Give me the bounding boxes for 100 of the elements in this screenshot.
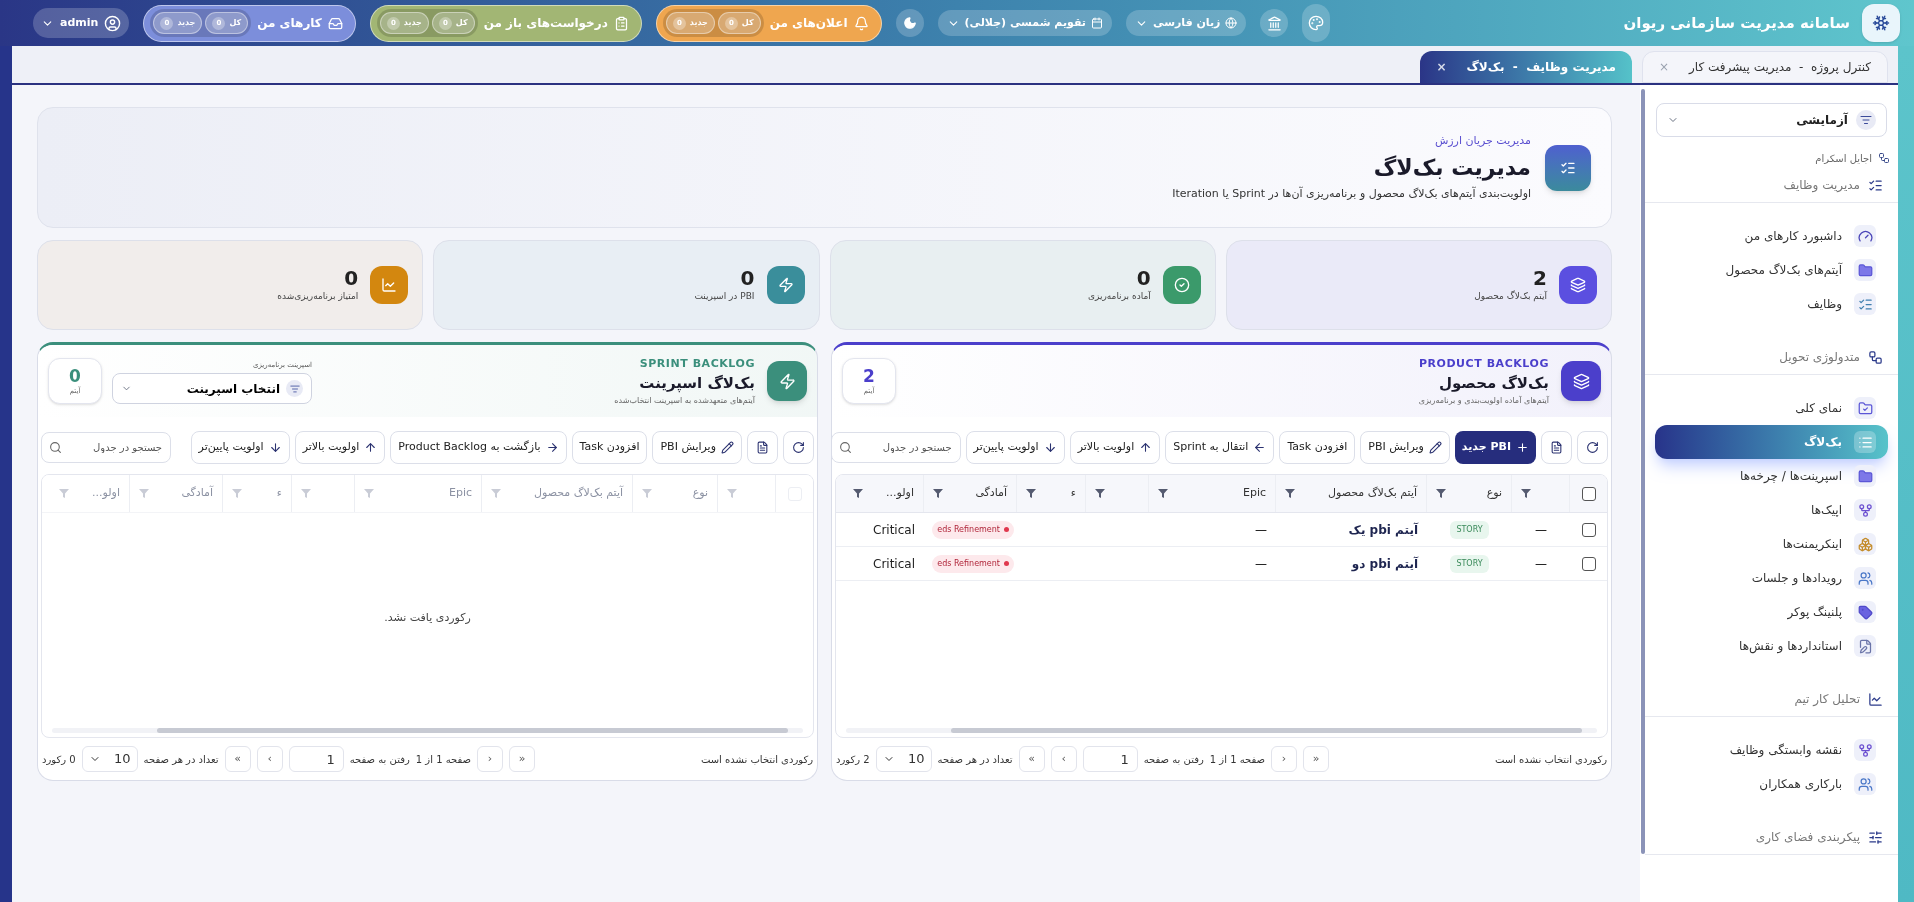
tab[interactable]: مدیریت وظایف - بک‌لاگ × xyxy=(1420,51,1632,83)
filter-icon[interactable] xyxy=(853,489,863,498)
chip-label: جدید xyxy=(403,17,422,29)
stat-label: آیتم بک‌لاگ محصول xyxy=(1474,290,1547,304)
vertical-scrollbar[interactable] xyxy=(1641,89,1645,854)
toolbar-button[interactable]: انتقال به Sprint xyxy=(1165,430,1275,464)
nav-item[interactable]: آیتم‌های بک‌لاگ محصول xyxy=(1655,253,1888,287)
sprint-select[interactable]: انتخاب اسپرینت xyxy=(112,373,312,404)
refresh-button[interactable] xyxy=(783,430,814,464)
avatar-icon xyxy=(104,14,122,32)
item-title: آیتم pbi دو xyxy=(1351,555,1418,573)
search-field[interactable]: جستجو در جدول xyxy=(41,431,171,463)
filter-icon[interactable] xyxy=(1095,489,1105,498)
per-page-select[interactable]: 10 xyxy=(81,746,138,772)
toolbar-button[interactable]: اولویت پایین‌تر xyxy=(190,430,290,464)
nav-item[interactable]: پلنینگ پوکر xyxy=(1655,595,1888,629)
nav-item[interactable]: وظایف xyxy=(1655,287,1888,321)
horizontal-scrollbar[interactable] xyxy=(52,727,803,733)
chip-label: کل xyxy=(455,17,468,29)
checkbox[interactable] xyxy=(1581,556,1596,571)
first-page-button[interactable]: » xyxy=(509,746,536,772)
toolbar-button[interactable]: ویرایش PBI xyxy=(1360,430,1450,464)
goto-label: رفتن به صفحه xyxy=(1143,752,1204,767)
toolbar-button[interactable]: اولویت بالاتر xyxy=(294,430,386,464)
refresh-icon xyxy=(1586,440,1599,454)
filter-icon[interactable] xyxy=(1521,489,1531,498)
table-cell-text: — xyxy=(1255,555,1267,573)
per-page-select[interactable]: 10 xyxy=(875,746,932,772)
nav-item[interactable]: بارکاری همکاران xyxy=(1655,767,1888,801)
arrow-down-icon xyxy=(1043,440,1057,454)
tab-label: مدیریت وظایف - بک‌لاگ xyxy=(1466,59,1616,76)
next-page-button[interactable]: ‹ xyxy=(1050,746,1077,772)
toolbar-button[interactable]: افزودن Task xyxy=(571,430,648,464)
last-page-button[interactable]: « xyxy=(224,746,251,772)
last-page-button[interactable]: « xyxy=(1018,746,1045,772)
nav-item[interactable]: داشبورد کارهای من xyxy=(1655,219,1888,253)
folder-check-icon xyxy=(1854,397,1876,419)
workflow-icon xyxy=(1868,349,1883,365)
refresh-button[interactable] xyxy=(1577,430,1608,464)
readiness-badge: eds Refinement xyxy=(932,520,1014,539)
toolbar-button[interactable]: اولویت پایین‌تر xyxy=(965,430,1065,464)
filter-icon[interactable] xyxy=(1026,489,1036,498)
checkbox[interactable] xyxy=(1581,522,1596,537)
next-page-button[interactable]: ‹ xyxy=(256,746,283,772)
nav-item[interactable]: نقشه وابستگی وظایف xyxy=(1655,733,1888,767)
page-eyebrow: مدیریت جریان ارزش xyxy=(1433,132,1531,149)
column-header: نوع xyxy=(692,485,708,502)
folder-icon xyxy=(1854,259,1876,281)
filter-icon[interactable] xyxy=(1158,489,1168,498)
document-icon xyxy=(756,440,769,454)
nav-item[interactable]: رویدادها و جلسات xyxy=(1655,561,1888,595)
arrow-right-icon xyxy=(545,440,559,454)
snowflake-icon xyxy=(1872,14,1890,32)
column-header: ء xyxy=(276,485,282,502)
type-tag: STORY xyxy=(1450,520,1489,539)
column-header: نوع xyxy=(1486,485,1502,502)
nav-item[interactable]: نمای کلی xyxy=(1655,391,1888,425)
checkbox[interactable] xyxy=(1581,486,1596,501)
nav-item[interactable]: اسپرینت‌ها / چرخه‌ها xyxy=(1655,459,1888,493)
nav-item[interactable]: اینکریمنت‌ها xyxy=(1655,527,1888,561)
toolbar-button[interactable]: اولویت بالاتر xyxy=(1069,430,1161,464)
filter-icon[interactable] xyxy=(1436,489,1446,498)
export-button[interactable] xyxy=(747,430,778,464)
pill-label: اعلان‌های من xyxy=(769,15,848,32)
close-icon[interactable]: × xyxy=(1436,58,1447,76)
toolbar-button[interactable]: بازگشت به Product Backlog xyxy=(390,430,567,464)
priority-cell-text: Critical xyxy=(873,555,915,573)
palette-button[interactable] xyxy=(1302,4,1331,42)
user-menu[interactable]: admin xyxy=(33,8,130,38)
previous-page-button[interactable]: › xyxy=(1271,746,1298,772)
previous-page-button[interactable]: › xyxy=(477,746,504,772)
export-button[interactable] xyxy=(1541,430,1572,464)
nav-item[interactable]: استانداردها و نقش‌ها xyxy=(1655,629,1888,663)
toolbar-button[interactable]: افزودن Task xyxy=(1279,430,1356,464)
stat-label: امتیاز برنامه‌ریزی‌شده xyxy=(277,290,359,304)
horizontal-scrollbar[interactable] xyxy=(846,727,1597,733)
filter-icon[interactable] xyxy=(933,489,943,498)
inbox-icon xyxy=(327,15,343,31)
nav-label: بارکاری همکاران xyxy=(1759,776,1842,793)
page-input[interactable]: 1 xyxy=(288,746,344,772)
stat-value: 0 xyxy=(343,266,359,291)
toolbar-button[interactable]: ویرایش PBI xyxy=(652,430,742,464)
theme-toggle[interactable] xyxy=(895,9,924,37)
building-button[interactable] xyxy=(1260,9,1289,37)
search-icon xyxy=(49,440,62,454)
stat-value: 2 xyxy=(1532,266,1547,291)
nav-label: وظایف xyxy=(1807,296,1842,313)
refresh-icon xyxy=(792,440,805,454)
search-field[interactable]: جستجو در جدول xyxy=(832,431,961,463)
nav-label: بک‌لاگ xyxy=(1804,434,1842,451)
filter-icon[interactable] xyxy=(1285,489,1295,498)
gauge-icon xyxy=(1854,225,1876,247)
nav-item[interactable]: اپیک‌ها xyxy=(1655,493,1888,527)
sort-icon xyxy=(286,380,303,397)
first-page-button[interactable]: » xyxy=(1303,746,1330,772)
page-input[interactable]: 1 xyxy=(1082,746,1138,772)
fork-icon xyxy=(1854,499,1876,521)
tab[interactable]: کنترل پروژه - مدیریت پیشرفت کار × xyxy=(1642,51,1888,83)
toolbar-button[interactable]: PBI جدید xyxy=(1454,430,1536,464)
workspace-select[interactable]: آزمایشی xyxy=(1656,103,1887,137)
